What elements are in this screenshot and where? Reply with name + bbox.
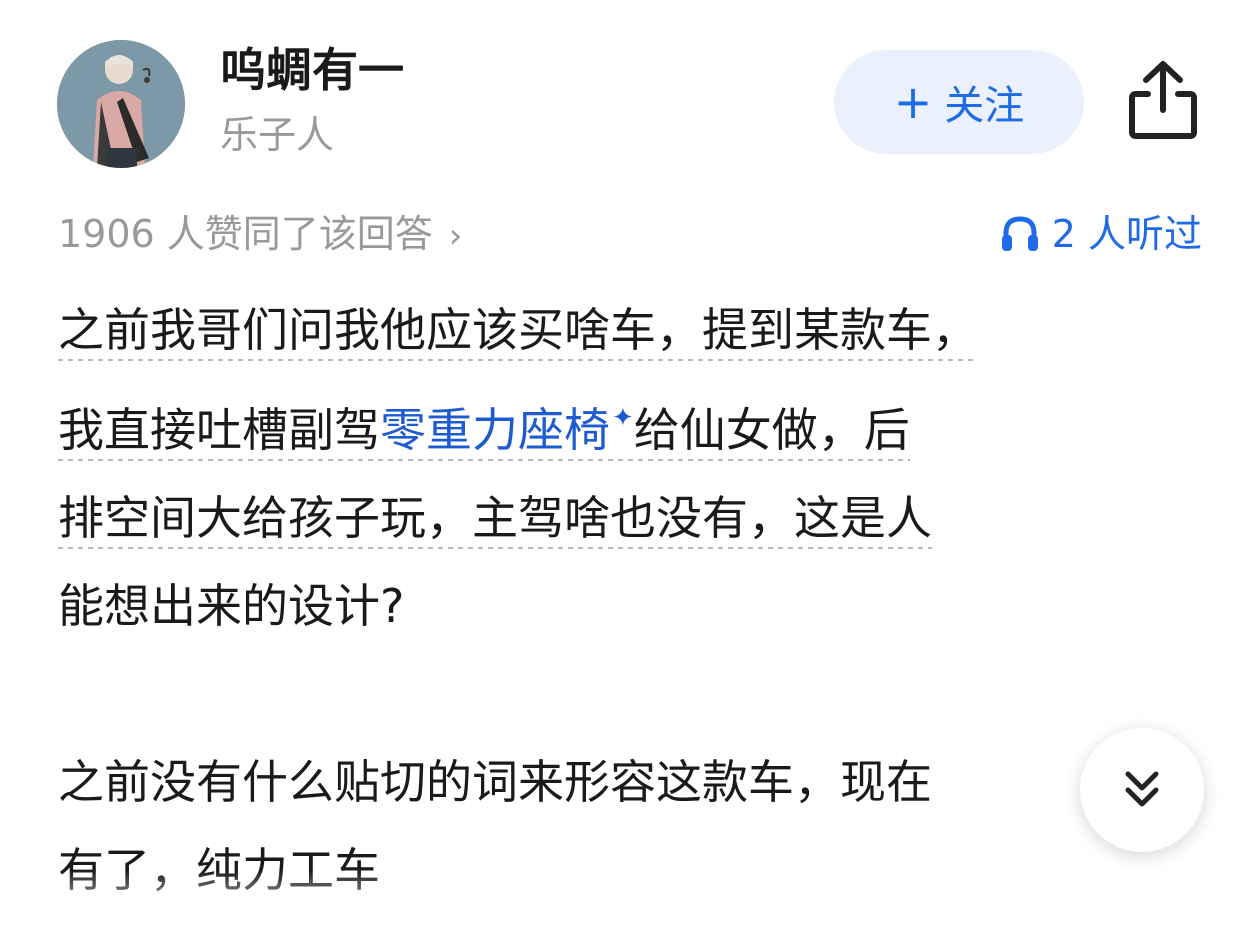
upvote-count-text: 1906 人赞同了该回答 [58, 212, 433, 256]
follow-button[interactable]: + 关注 [834, 50, 1084, 154]
answer-paragraph-2: 之前没有什么贴切的词来形容这款车，现在 有了，纯力工车 [58, 738, 1208, 914]
answer-line: 有了，纯力工车 [58, 843, 380, 897]
answer-text: 给仙女做，后 [633, 403, 910, 457]
share-icon[interactable] [1124, 58, 1202, 142]
answer-body: 之前我哥们问我他应该买啥车，提到某款车， 我直接吐槽副驾零重力座椅✦给仙女做，后… [58, 286, 1208, 914]
author-name[interactable]: 呜蜩有一 [220, 42, 404, 98]
upvote-summary[interactable]: 1906 人赞同了该回答 › [58, 208, 462, 262]
listen-count[interactable]: 2 人听过 [1000, 208, 1202, 260]
author-avatar[interactable] [57, 40, 185, 168]
plus-icon: + [893, 75, 933, 129]
keyword-text: 零重力座椅 [380, 403, 610, 457]
answer-line: 我直接吐槽副驾零重力座椅✦给仙女做，后 [58, 403, 910, 461]
answer-paragraph-1: 之前我哥们问我他应该买啥车，提到某款车， 我直接吐槽副驾零重力座椅✦给仙女做，后… [58, 286, 1208, 650]
answer-line: 排空间大给孩子玩，主驾啥也没有，这是人 [58, 491, 932, 549]
double-chevron-down-icon [1125, 771, 1159, 807]
answer-line: 之前我哥们问我他应该买啥车，提到某款车， [58, 303, 978, 361]
follow-label: 关注 [944, 83, 1025, 129]
answer-text: 我直接吐槽副驾 [58, 403, 380, 457]
listen-count-text: 2 人听过 [1051, 212, 1202, 256]
answer-line: 之前没有什么贴切的词来形容这款车，现在 [58, 755, 932, 809]
scroll-down-button[interactable] [1080, 728, 1204, 852]
headphones-icon [1001, 216, 1038, 251]
chevron-right-icon: › [448, 216, 463, 256]
answer-page: 呜蜩有一 乐子人 + 关注 1906 人赞同了该回答 › 2 人听过 之前我哥们问… [0, 0, 1260, 927]
keyword-link[interactable]: 零重力座椅✦ [380, 403, 634, 457]
avatar-illustration-icon [57, 40, 185, 168]
answer-line: 能想出来的设计? [58, 579, 405, 633]
author-bio: 乐子人 [220, 113, 335, 157]
sparkle-icon: ✦ [612, 403, 634, 433]
